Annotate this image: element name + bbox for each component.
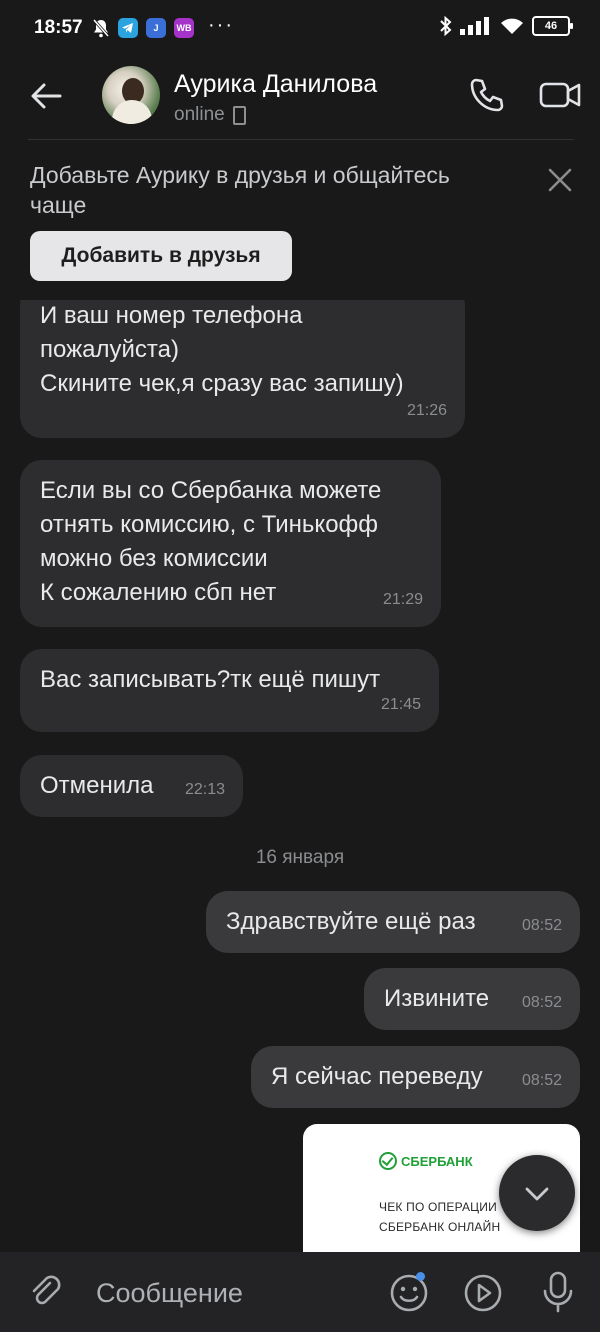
wildberries-icon: WB: [174, 18, 194, 38]
sberbank-logo: СБЕРБАНК: [379, 1152, 473, 1170]
app-icon: J: [146, 18, 166, 38]
avatar[interactable]: [102, 66, 160, 124]
message-text: Вас записывать?тк ещё пишут: [40, 666, 381, 693]
message-text: И ваш номер телефона пожалуйста) Скините…: [40, 302, 404, 397]
notification-icons: J WB ···: [92, 14, 234, 38]
presence-status: online: [174, 104, 246, 126]
chevron-down-icon: [525, 1187, 549, 1201]
message-time: 08:52: [521, 917, 562, 934]
message-text: Здравствуйте ещё раз: [226, 908, 476, 935]
sberbank-check-icon: [379, 1152, 397, 1170]
play-circle-icon[interactable]: [462, 1272, 504, 1314]
status-time: 18:57: [34, 17, 83, 38]
wifi-icon: [501, 18, 523, 34]
message-text: Если вы со Сбербанка можете отнять комис…: [40, 477, 382, 606]
chat-header: Аурика Данилова online: [0, 58, 600, 140]
more-notifications-icon: ···: [208, 13, 234, 36]
message-bubble[interactable]: Отменила 22:13: [20, 755, 243, 817]
message-text: Извините: [384, 985, 490, 1012]
message-text: Отменила: [40, 772, 154, 799]
message-bubble[interactable]: Извините 08:52: [364, 968, 580, 1030]
message-time: 08:52: [521, 1072, 562, 1089]
contact-name[interactable]: Аурика Данилова: [174, 70, 377, 99]
date-separator: 16 января: [255, 847, 345, 868]
message-list[interactable]: И ваш номер телефона пожалуйста) Скините…: [0, 300, 600, 1252]
microphone-icon[interactable]: [538, 1270, 578, 1314]
mobile-device-icon: [232, 105, 246, 125]
banner-text: Добавьте Аурику в друзья и общайтесь чащ…: [30, 162, 450, 218]
telegram-icon: [118, 18, 138, 38]
new-badge-dot: [416, 1272, 425, 1281]
arrow-left-icon[interactable]: [28, 78, 64, 114]
add-friend-button[interactable]: Добавить в друзья: [30, 231, 292, 281]
scroll-down-button[interactable]: [499, 1155, 575, 1231]
message-bubble[interactable]: Я сейчас переведу 08:52: [251, 1046, 580, 1108]
bank-name: СБЕРБАНК: [401, 1153, 473, 1169]
close-icon[interactable]: [546, 166, 574, 194]
message-time: 21:45: [380, 696, 421, 713]
phone-icon[interactable]: [468, 76, 506, 114]
video-camera-icon[interactable]: [538, 76, 582, 114]
mute-bell-icon: [92, 19, 110, 38]
presence-label: online: [174, 104, 225, 125]
message-time: 22:13: [184, 781, 225, 798]
status-bar: 18:57 J WB ··· 46: [0, 0, 600, 58]
message-text: Я сейчас переведу: [271, 1063, 483, 1090]
paperclip-icon[interactable]: [28, 1274, 64, 1310]
receipt-title-line2: СБЕРБАНК ОНЛАЙН: [379, 1220, 501, 1234]
add-friend-banner: Добавьте Аурику в друзья и общайтесь чащ…: [0, 140, 600, 300]
system-icons: 46: [440, 16, 573, 36]
message-bubble[interactable]: Здравствуйте ещё раз 08:52: [206, 891, 580, 953]
message-time: 21:26: [406, 402, 447, 419]
message-bubble[interactable]: Вас записывать?тк ещё пишут 21:45: [20, 649, 439, 732]
battery-icon: 46: [532, 16, 573, 36]
bluetooth-icon: [440, 16, 452, 36]
receipt-title-line1: ЧЕК ПО ОПЕРАЦИИ: [379, 1200, 497, 1214]
message-time: 21:29: [382, 591, 423, 608]
message-bubble[interactable]: Если вы со Сбербанка можете отнять комис…: [20, 460, 441, 627]
message-bubble[interactable]: И ваш номер телефона пожалуйста) Скините…: [20, 300, 465, 438]
message-input[interactable]: [96, 1278, 366, 1309]
signal-icon: [460, 17, 489, 35]
message-composer: [0, 1252, 600, 1332]
message-time: 08:52: [521, 994, 562, 1011]
